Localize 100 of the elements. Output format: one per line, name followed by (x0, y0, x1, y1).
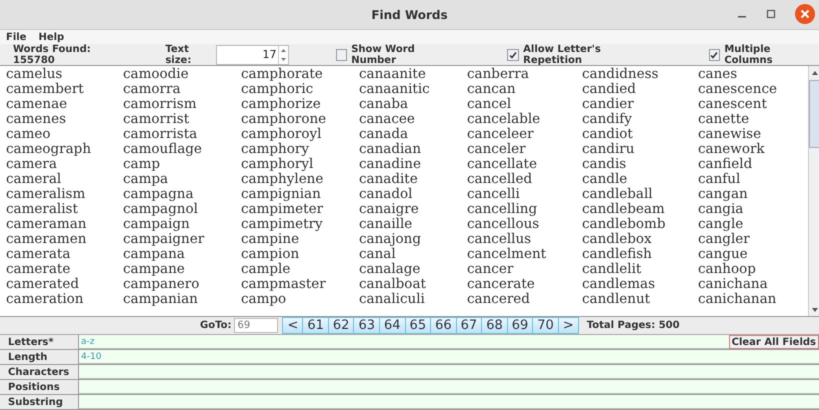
word-item[interactable]: campaigner (123, 232, 241, 247)
word-item[interactable]: cancelable (467, 112, 582, 127)
word-item[interactable]: campanian (123, 292, 241, 307)
checkbox[interactable] (507, 48, 520, 60)
word-item[interactable]: candied (582, 82, 698, 97)
word-item[interactable]: candier (582, 97, 698, 112)
word-item[interactable]: canework (698, 142, 808, 157)
word-item[interactable]: canichanan (698, 292, 808, 307)
word-item[interactable]: camenae (6, 97, 123, 112)
word-item[interactable]: cancan (467, 82, 582, 97)
word-item[interactable]: canaliculi (359, 292, 467, 307)
word-item[interactable]: campmaster (241, 277, 359, 292)
scrollbar[interactable] (808, 66, 819, 316)
maximize-icon[interactable] (766, 9, 776, 19)
page-button[interactable]: 62 (328, 317, 354, 334)
word-item[interactable]: camorrista (123, 127, 241, 142)
word-item[interactable]: cancelling (467, 202, 582, 217)
word-item[interactable]: camphorize (241, 97, 359, 112)
word-item[interactable]: candlebeam (582, 202, 698, 217)
menu-item[interactable]: Help (38, 32, 64, 44)
word-item[interactable]: canadite (359, 172, 467, 187)
page-button[interactable]: 61 (303, 317, 329, 334)
page-button[interactable]: 69 (508, 317, 534, 334)
word-item[interactable]: camerata (6, 247, 123, 262)
word-item[interactable]: camouflage (123, 142, 241, 157)
input-field[interactable] (79, 395, 819, 409)
word-item[interactable]: camphoroyl (241, 127, 359, 142)
word-item[interactable]: cangan (698, 187, 808, 202)
word-item[interactable]: camera (6, 157, 123, 172)
word-item[interactable]: canescence (698, 82, 808, 97)
word-item[interactable]: candlebox (582, 232, 698, 247)
word-item[interactable]: campimetry (241, 217, 359, 232)
previous-page-button[interactable]: < (282, 317, 304, 334)
word-item[interactable]: canadol (359, 187, 467, 202)
page-button[interactable]: 65 (406, 317, 432, 334)
page-button[interactable]: 68 (482, 317, 508, 334)
scroll-up-icon[interactable] (810, 70, 818, 76)
word-item[interactable]: candidness (582, 67, 698, 82)
word-item[interactable]: cangler (698, 232, 808, 247)
word-item[interactable]: canalage (359, 262, 467, 277)
word-item[interactable]: candiru (582, 142, 698, 157)
word-item[interactable]: camphoryl (241, 157, 359, 172)
word-item[interactable]: canaigre (359, 202, 467, 217)
word-item[interactable]: cameration (6, 292, 123, 307)
word-item[interactable]: cancer (467, 262, 582, 277)
word-item[interactable]: canada (359, 127, 467, 142)
word-item[interactable]: campagna (123, 187, 241, 202)
word-item[interactable]: canaanitic (359, 82, 467, 97)
word-item[interactable]: canaille (359, 217, 467, 232)
word-item[interactable]: cancellate (467, 157, 582, 172)
word-item[interactable]: cancellus (467, 232, 582, 247)
word-item[interactable]: canes (698, 67, 808, 82)
word-item[interactable]: candle (582, 172, 698, 187)
word-item[interactable]: canberra (467, 67, 582, 82)
word-item[interactable]: cancered (467, 292, 582, 307)
word-item[interactable]: camphylene (241, 172, 359, 187)
word-item[interactable]: canescent (698, 97, 808, 112)
word-item[interactable]: cancellous (467, 217, 582, 232)
word-item[interactable]: cancelli (467, 187, 582, 202)
word-item[interactable]: cancelled (467, 172, 582, 187)
word-item[interactable]: campion (241, 247, 359, 262)
word-item[interactable]: cangia (698, 202, 808, 217)
word-item[interactable]: campine (241, 232, 359, 247)
word-item[interactable]: campa (123, 172, 241, 187)
word-item[interactable]: candis (582, 157, 698, 172)
word-item[interactable]: cameralist (6, 202, 123, 217)
word-item[interactable]: campimeter (241, 202, 359, 217)
close-icon[interactable] (795, 4, 815, 24)
spin-down-icon[interactable] (280, 56, 287, 62)
word-item[interactable]: canalboat (359, 277, 467, 292)
text-size-spinner[interactable]: 17 (216, 44, 289, 64)
word-item[interactable]: canadian (359, 142, 467, 157)
word-item[interactable]: camenes (6, 112, 123, 127)
word-item[interactable]: canewise (698, 127, 808, 142)
word-item[interactable]: cample (241, 262, 359, 277)
input-field[interactable] (79, 365, 819, 379)
word-item[interactable]: camorrism (123, 97, 241, 112)
word-item[interactable]: camphoric (241, 82, 359, 97)
word-item[interactable]: cameramen (6, 232, 123, 247)
page-button[interactable]: 67 (456, 317, 482, 334)
word-item[interactable]: candlenut (582, 292, 698, 307)
word-item[interactable]: cangue (698, 247, 808, 262)
word-item[interactable]: canaanite (359, 67, 467, 82)
word-item[interactable]: canacee (359, 112, 467, 127)
word-item[interactable]: canceleer (467, 127, 582, 142)
page-button[interactable]: 70 (533, 317, 559, 334)
word-item[interactable]: candleball (582, 187, 698, 202)
clear-all-button[interactable]: Clear All Fields (728, 335, 819, 349)
word-item[interactable]: cameraman (6, 217, 123, 232)
word-item[interactable]: camelus (6, 67, 123, 82)
word-item[interactable]: canful (698, 172, 808, 187)
word-item[interactable]: candlefish (582, 247, 698, 262)
word-item[interactable]: camorra (123, 82, 241, 97)
word-item[interactable]: campana (123, 247, 241, 262)
spin-up-icon[interactable] (280, 46, 287, 54)
word-item[interactable]: campaign (123, 217, 241, 232)
word-item[interactable]: camphory (241, 142, 359, 157)
word-item[interactable]: cancerate (467, 277, 582, 292)
word-item[interactable]: candlelit (582, 262, 698, 277)
word-item[interactable]: candify (582, 112, 698, 127)
